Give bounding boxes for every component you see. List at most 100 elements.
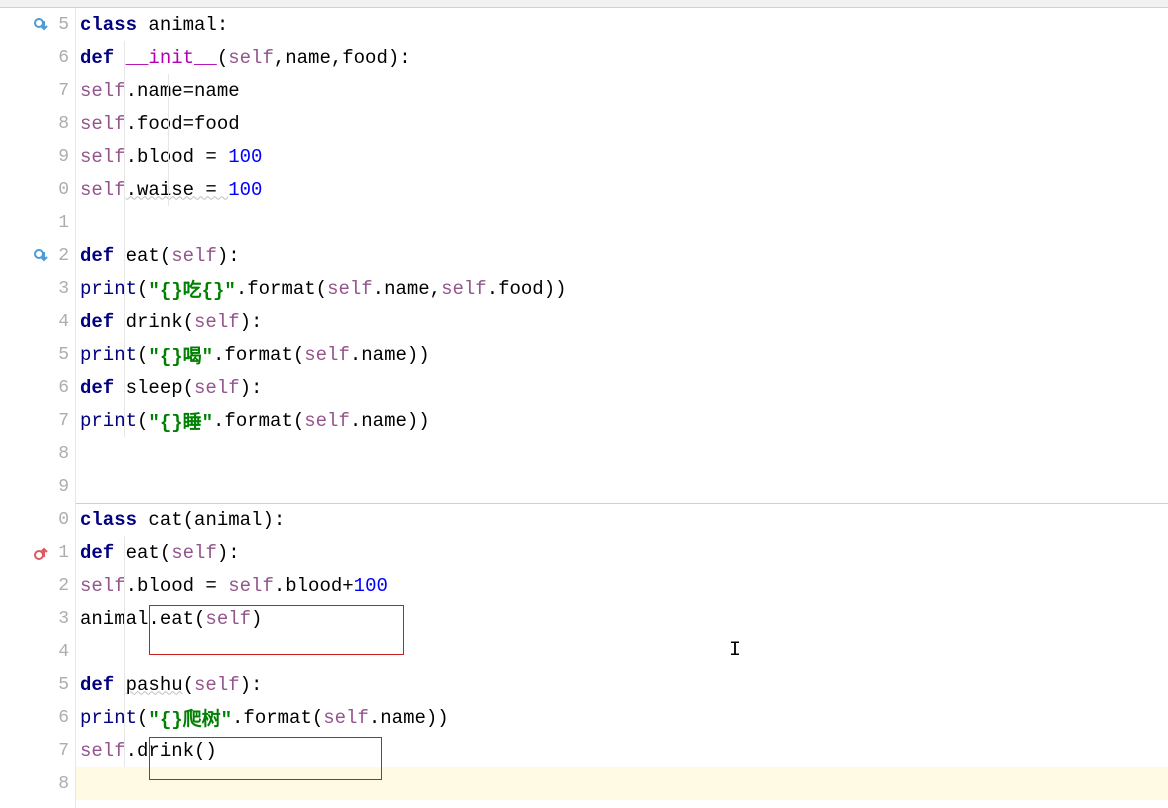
code-line[interactable]: class cat(animal):: [76, 503, 1168, 536]
keyword: def: [80, 674, 126, 696]
self-ref: self: [304, 344, 350, 366]
code-line[interactable]: def eat(self):: [76, 536, 1168, 569]
code-line[interactable]: self.waise = 100: [76, 173, 1168, 206]
self-ref: self: [80, 113, 126, 135]
code-line[interactable]: [76, 635, 1168, 668]
self-ref: self: [194, 674, 240, 696]
code-line[interactable]: [76, 470, 1168, 503]
self-ref: self: [80, 146, 126, 168]
gutter-row[interactable]: 8: [0, 437, 75, 470]
line-number: 8: [51, 444, 69, 464]
line-number: 8: [51, 774, 69, 794]
self-ref: self: [441, 278, 487, 300]
code-line[interactable]: def eat(self):: [76, 239, 1168, 272]
code-line[interactable]: def sleep(self):: [76, 371, 1168, 404]
self-ref: self: [80, 740, 126, 762]
line-number: 5: [51, 675, 69, 695]
attr: .food)): [487, 278, 567, 300]
self-ref: self: [228, 575, 274, 597]
code-line[interactable]: self.blood = self.blood+100: [76, 569, 1168, 602]
gutter-row[interactable]: 2: [0, 569, 75, 602]
gutter-row[interactable]: 0: [0, 173, 75, 206]
code-line[interactable]: def __init__(self,name,food):: [76, 41, 1168, 74]
attr: .blood+: [274, 575, 354, 597]
code-line[interactable]: print("{}爬树".format(self.name)): [76, 701, 1168, 734]
code-line[interactable]: [76, 437, 1168, 470]
gutter-row[interactable]: 7: [0, 734, 75, 767]
attr: .name)): [350, 410, 430, 432]
code-editor[interactable]: 5 6 7 8 9 0 1 2 3 4 5 6 7 8 9 0 1 2 3 4 …: [0, 8, 1168, 808]
gutter-row[interactable]: 3: [0, 602, 75, 635]
gutter-row[interactable]: 9: [0, 470, 75, 503]
code-line[interactable]: def drink(self):: [76, 305, 1168, 338]
code-line[interactable]: self.drink(): [76, 734, 1168, 767]
code-line[interactable]: self.food=food: [76, 107, 1168, 140]
gutter-row[interactable]: 9: [0, 140, 75, 173]
override-down-icon[interactable]: [33, 17, 49, 33]
gutter-row[interactable]: 6: [0, 41, 75, 74]
gutter-row[interactable]: 2: [0, 239, 75, 272]
paren: (: [137, 278, 148, 300]
number: 100: [354, 575, 388, 597]
self-ref: self: [80, 575, 126, 597]
args: (: [183, 377, 194, 399]
gutter-row[interactable]: 6: [0, 701, 75, 734]
gutter-row[interactable]: 0: [0, 503, 75, 536]
string: "{}爬树": [148, 704, 232, 731]
builtin: print: [80, 707, 137, 729]
builtin: print: [80, 410, 137, 432]
code-line[interactable]: animal.eat(self): [76, 602, 1168, 635]
line-number: 9: [51, 147, 69, 167]
string: "{}喝": [148, 341, 213, 368]
method: .format(: [232, 707, 323, 729]
code-line-current[interactable]: [76, 767, 1168, 800]
gutter-row[interactable]: 1: [0, 536, 75, 569]
gutter-row[interactable]: 8: [0, 107, 75, 140]
line-number: 5: [51, 345, 69, 365]
method: .format(: [213, 410, 304, 432]
line-number: 7: [51, 81, 69, 101]
assign: .food=food: [126, 113, 240, 135]
function-name: sleep: [126, 377, 183, 399]
code-line[interactable]: def pashu(self):: [76, 668, 1168, 701]
line-number: 7: [51, 741, 69, 761]
code-line[interactable]: self.blood = 100: [76, 140, 1168, 173]
line-number: 1: [51, 543, 69, 563]
gutter-row[interactable]: 7: [0, 74, 75, 107]
gutter-row[interactable]: 4: [0, 305, 75, 338]
self-ref: self: [80, 179, 126, 201]
code-line[interactable]: self.name=name: [76, 74, 1168, 107]
indent-guide: [124, 536, 125, 767]
code-line[interactable]: [76, 206, 1168, 239]
keyword: def: [80, 377, 126, 399]
code-area[interactable]: class animal: def __init__(self,name,foo…: [76, 8, 1168, 808]
gutter-row[interactable]: 6: [0, 371, 75, 404]
gutter-row[interactable]: 4: [0, 635, 75, 668]
gutter-row[interactable]: 5: [0, 668, 75, 701]
code-line[interactable]: print("{}喝".format(self.name)): [76, 338, 1168, 371]
gutter-row[interactable]: 1: [0, 206, 75, 239]
gutter-row[interactable]: 3: [0, 272, 75, 305]
self-ref: self: [171, 245, 217, 267]
override-down-icon[interactable]: [33, 248, 49, 264]
override-up-icon[interactable]: [33, 545, 49, 561]
code-line[interactable]: class animal:: [76, 8, 1168, 41]
code-line[interactable]: print("{}吃{}".format(self.name,self.food…: [76, 272, 1168, 305]
gutter: 5 6 7 8 9 0 1 2 3 4 5 6 7 8 9 0 1 2 3 4 …: [0, 8, 76, 808]
gutter-row[interactable]: 8: [0, 767, 75, 800]
gutter-row[interactable]: 5: [0, 338, 75, 371]
gutter-row[interactable]: 5: [0, 8, 75, 41]
gutter-row[interactable]: 7: [0, 404, 75, 437]
args: (animal):: [183, 509, 286, 531]
args: ):: [240, 674, 263, 696]
method: .format(: [213, 344, 304, 366]
line-number: 6: [51, 378, 69, 398]
text-cursor-icon: I: [729, 639, 741, 662]
line-number: 2: [51, 576, 69, 596]
function-name: drink: [126, 311, 183, 333]
self-ref: self: [171, 542, 217, 564]
line-number: 4: [51, 642, 69, 662]
assign: .waise =: [126, 179, 229, 201]
code-line[interactable]: print("{}睡".format(self.name)): [76, 404, 1168, 437]
tab-strip: [0, 0, 1168, 8]
